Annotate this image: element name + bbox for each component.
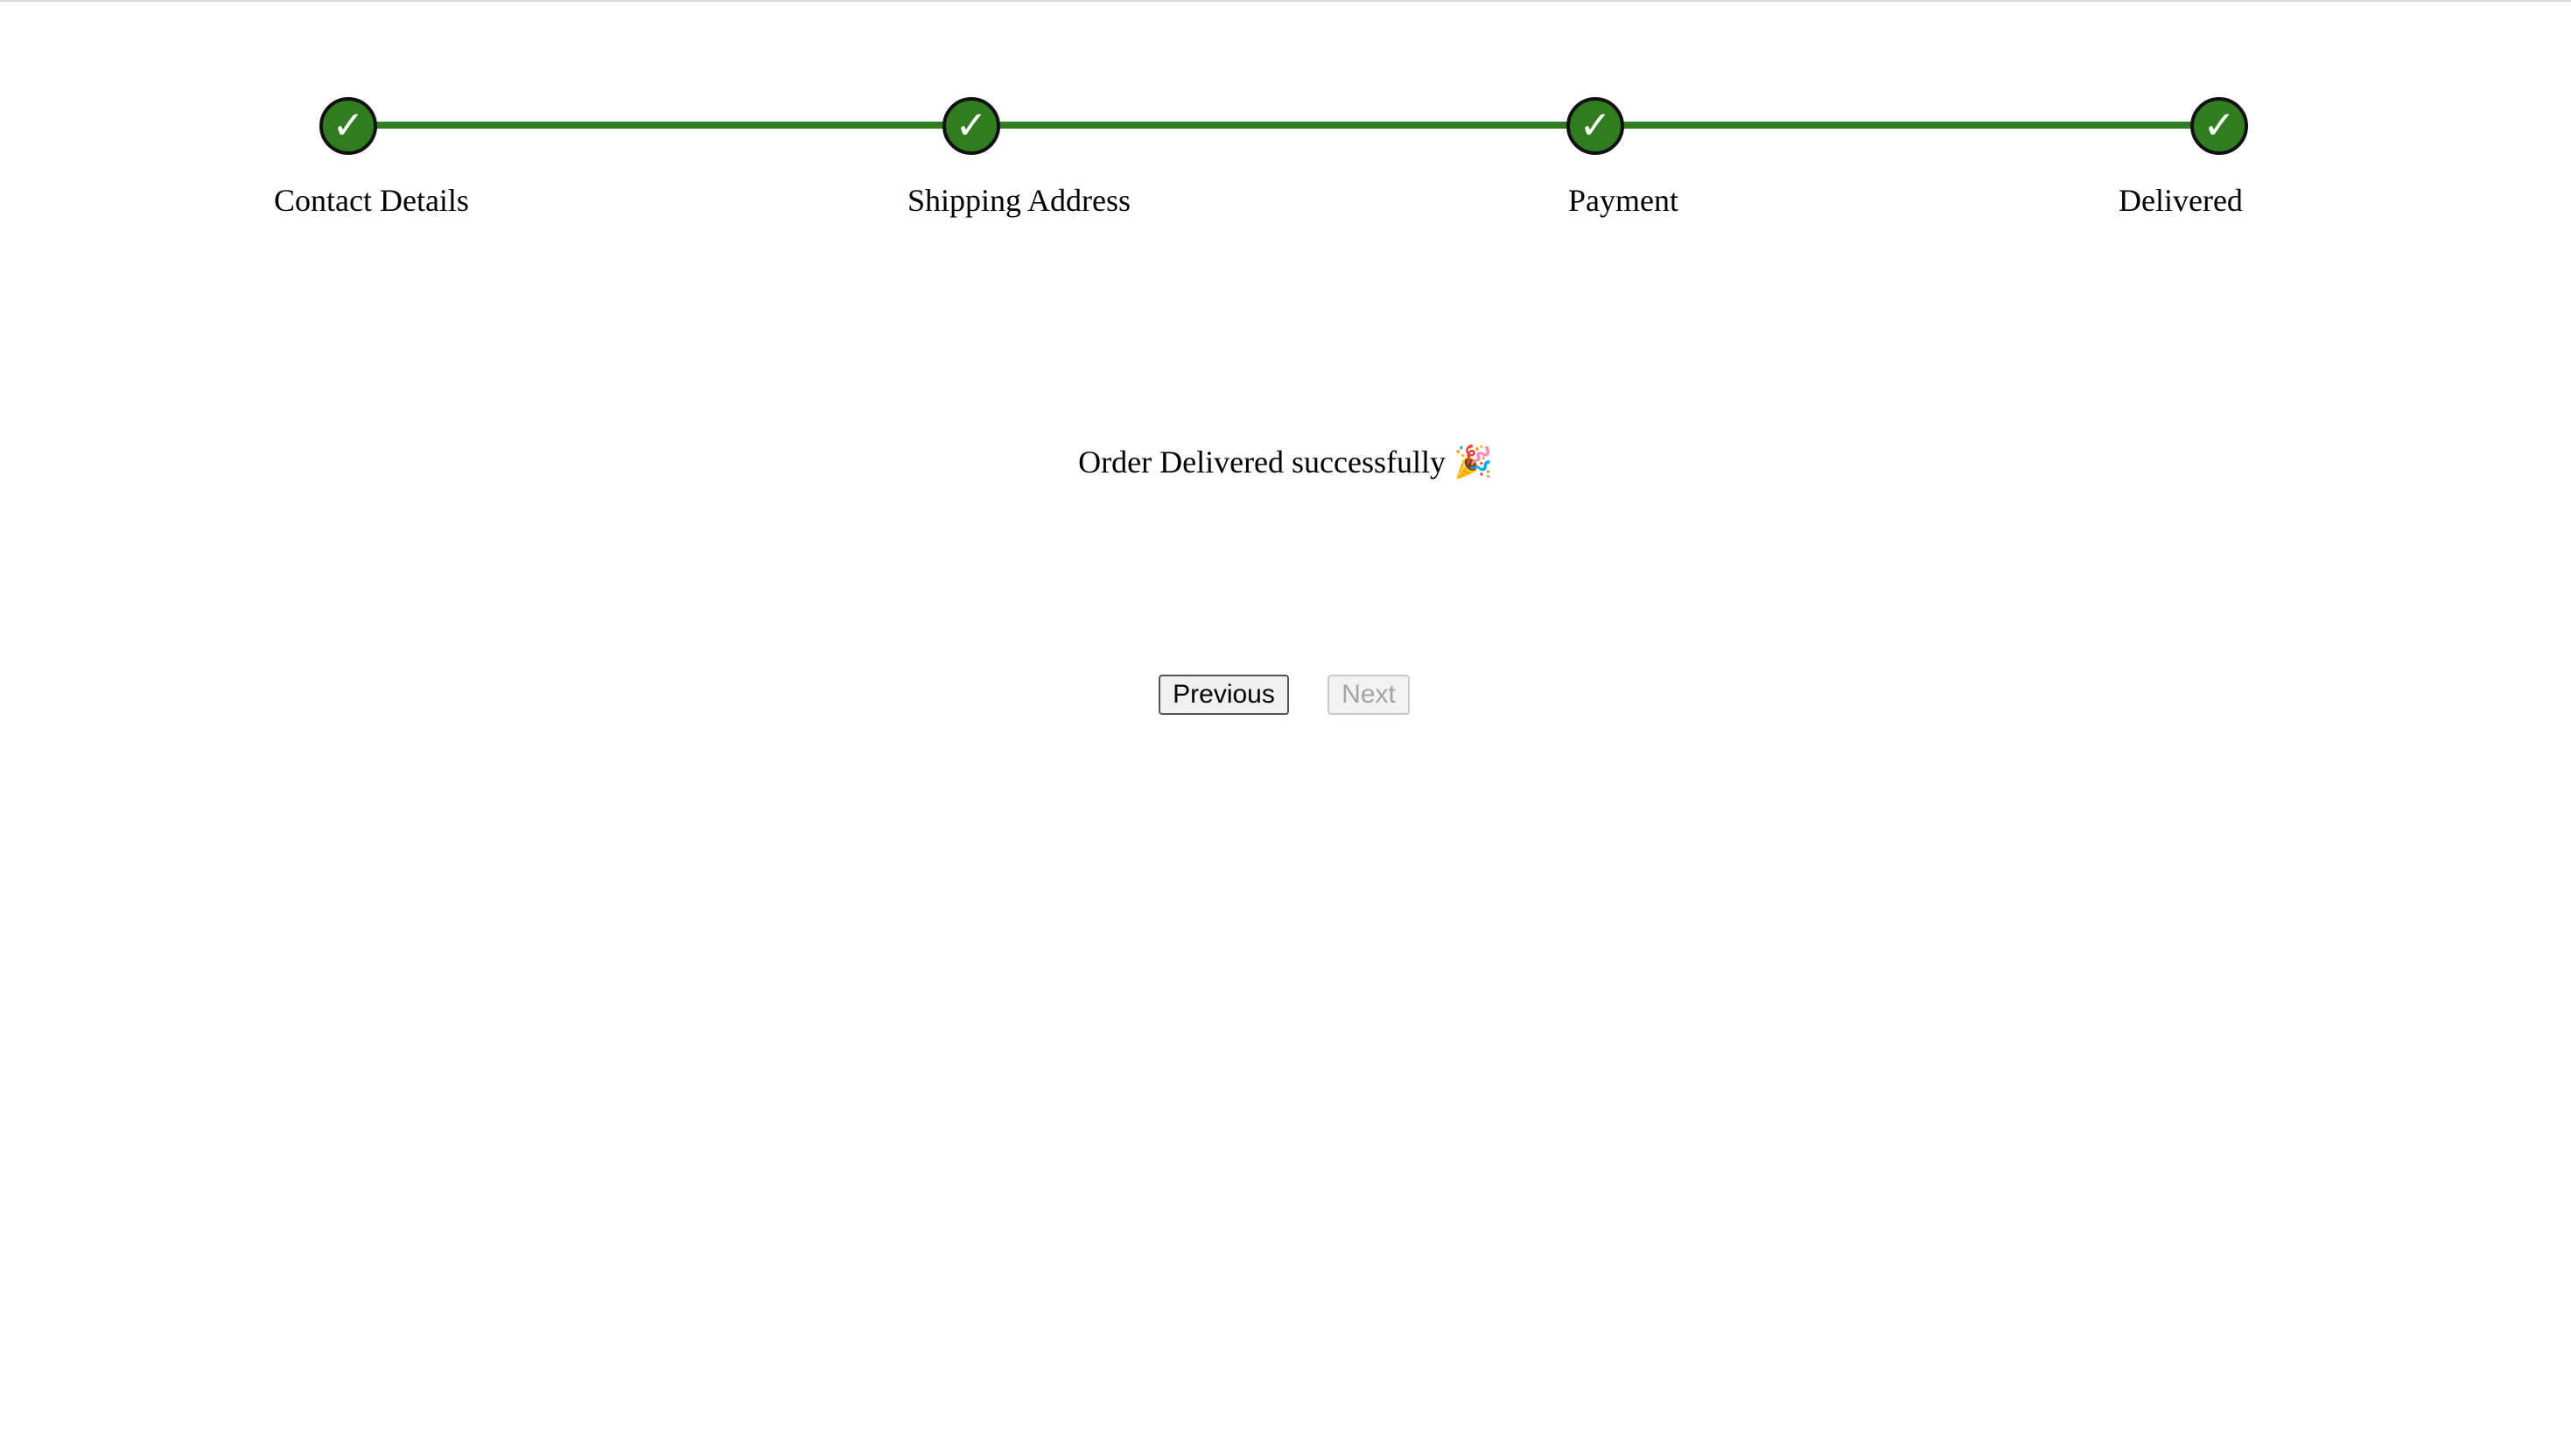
checkmark-icon: ✓ (2203, 103, 2236, 148)
step-label-contact-details: Contact Details (274, 183, 469, 218)
message-text: Order Delivered successfully (1078, 444, 1446, 480)
step-connector-line (971, 122, 1595, 129)
step-complete-circle: ✓ (319, 97, 377, 155)
order-status-message: Order Delivered successfully 🎉 (0, 438, 2571, 487)
party-popper-icon: 🎉 (1454, 444, 1493, 480)
previous-button[interactable]: Previous (1159, 675, 1289, 715)
progress-stepper: ✓ ✓ ✓ ✓ Contact Details Shipping Address… (0, 0, 2571, 262)
checkmark-icon: ✓ (332, 103, 365, 148)
checkmark-icon: ✓ (1579, 103, 1612, 148)
step-label-delivered: Delivered (2119, 183, 2243, 218)
step-label-shipping-address: Shipping Address (907, 183, 1131, 218)
step-complete-circle: ✓ (942, 97, 1000, 155)
checkmark-icon: ✓ (955, 103, 988, 148)
step-connector-line (1595, 122, 2219, 129)
step-connector-line (348, 122, 971, 129)
step-complete-circle: ✓ (1566, 97, 1624, 155)
step-complete-circle: ✓ (2190, 97, 2248, 155)
step-label-payment: Payment (1568, 183, 1678, 218)
next-button[interactable]: Next (1328, 675, 1410, 715)
